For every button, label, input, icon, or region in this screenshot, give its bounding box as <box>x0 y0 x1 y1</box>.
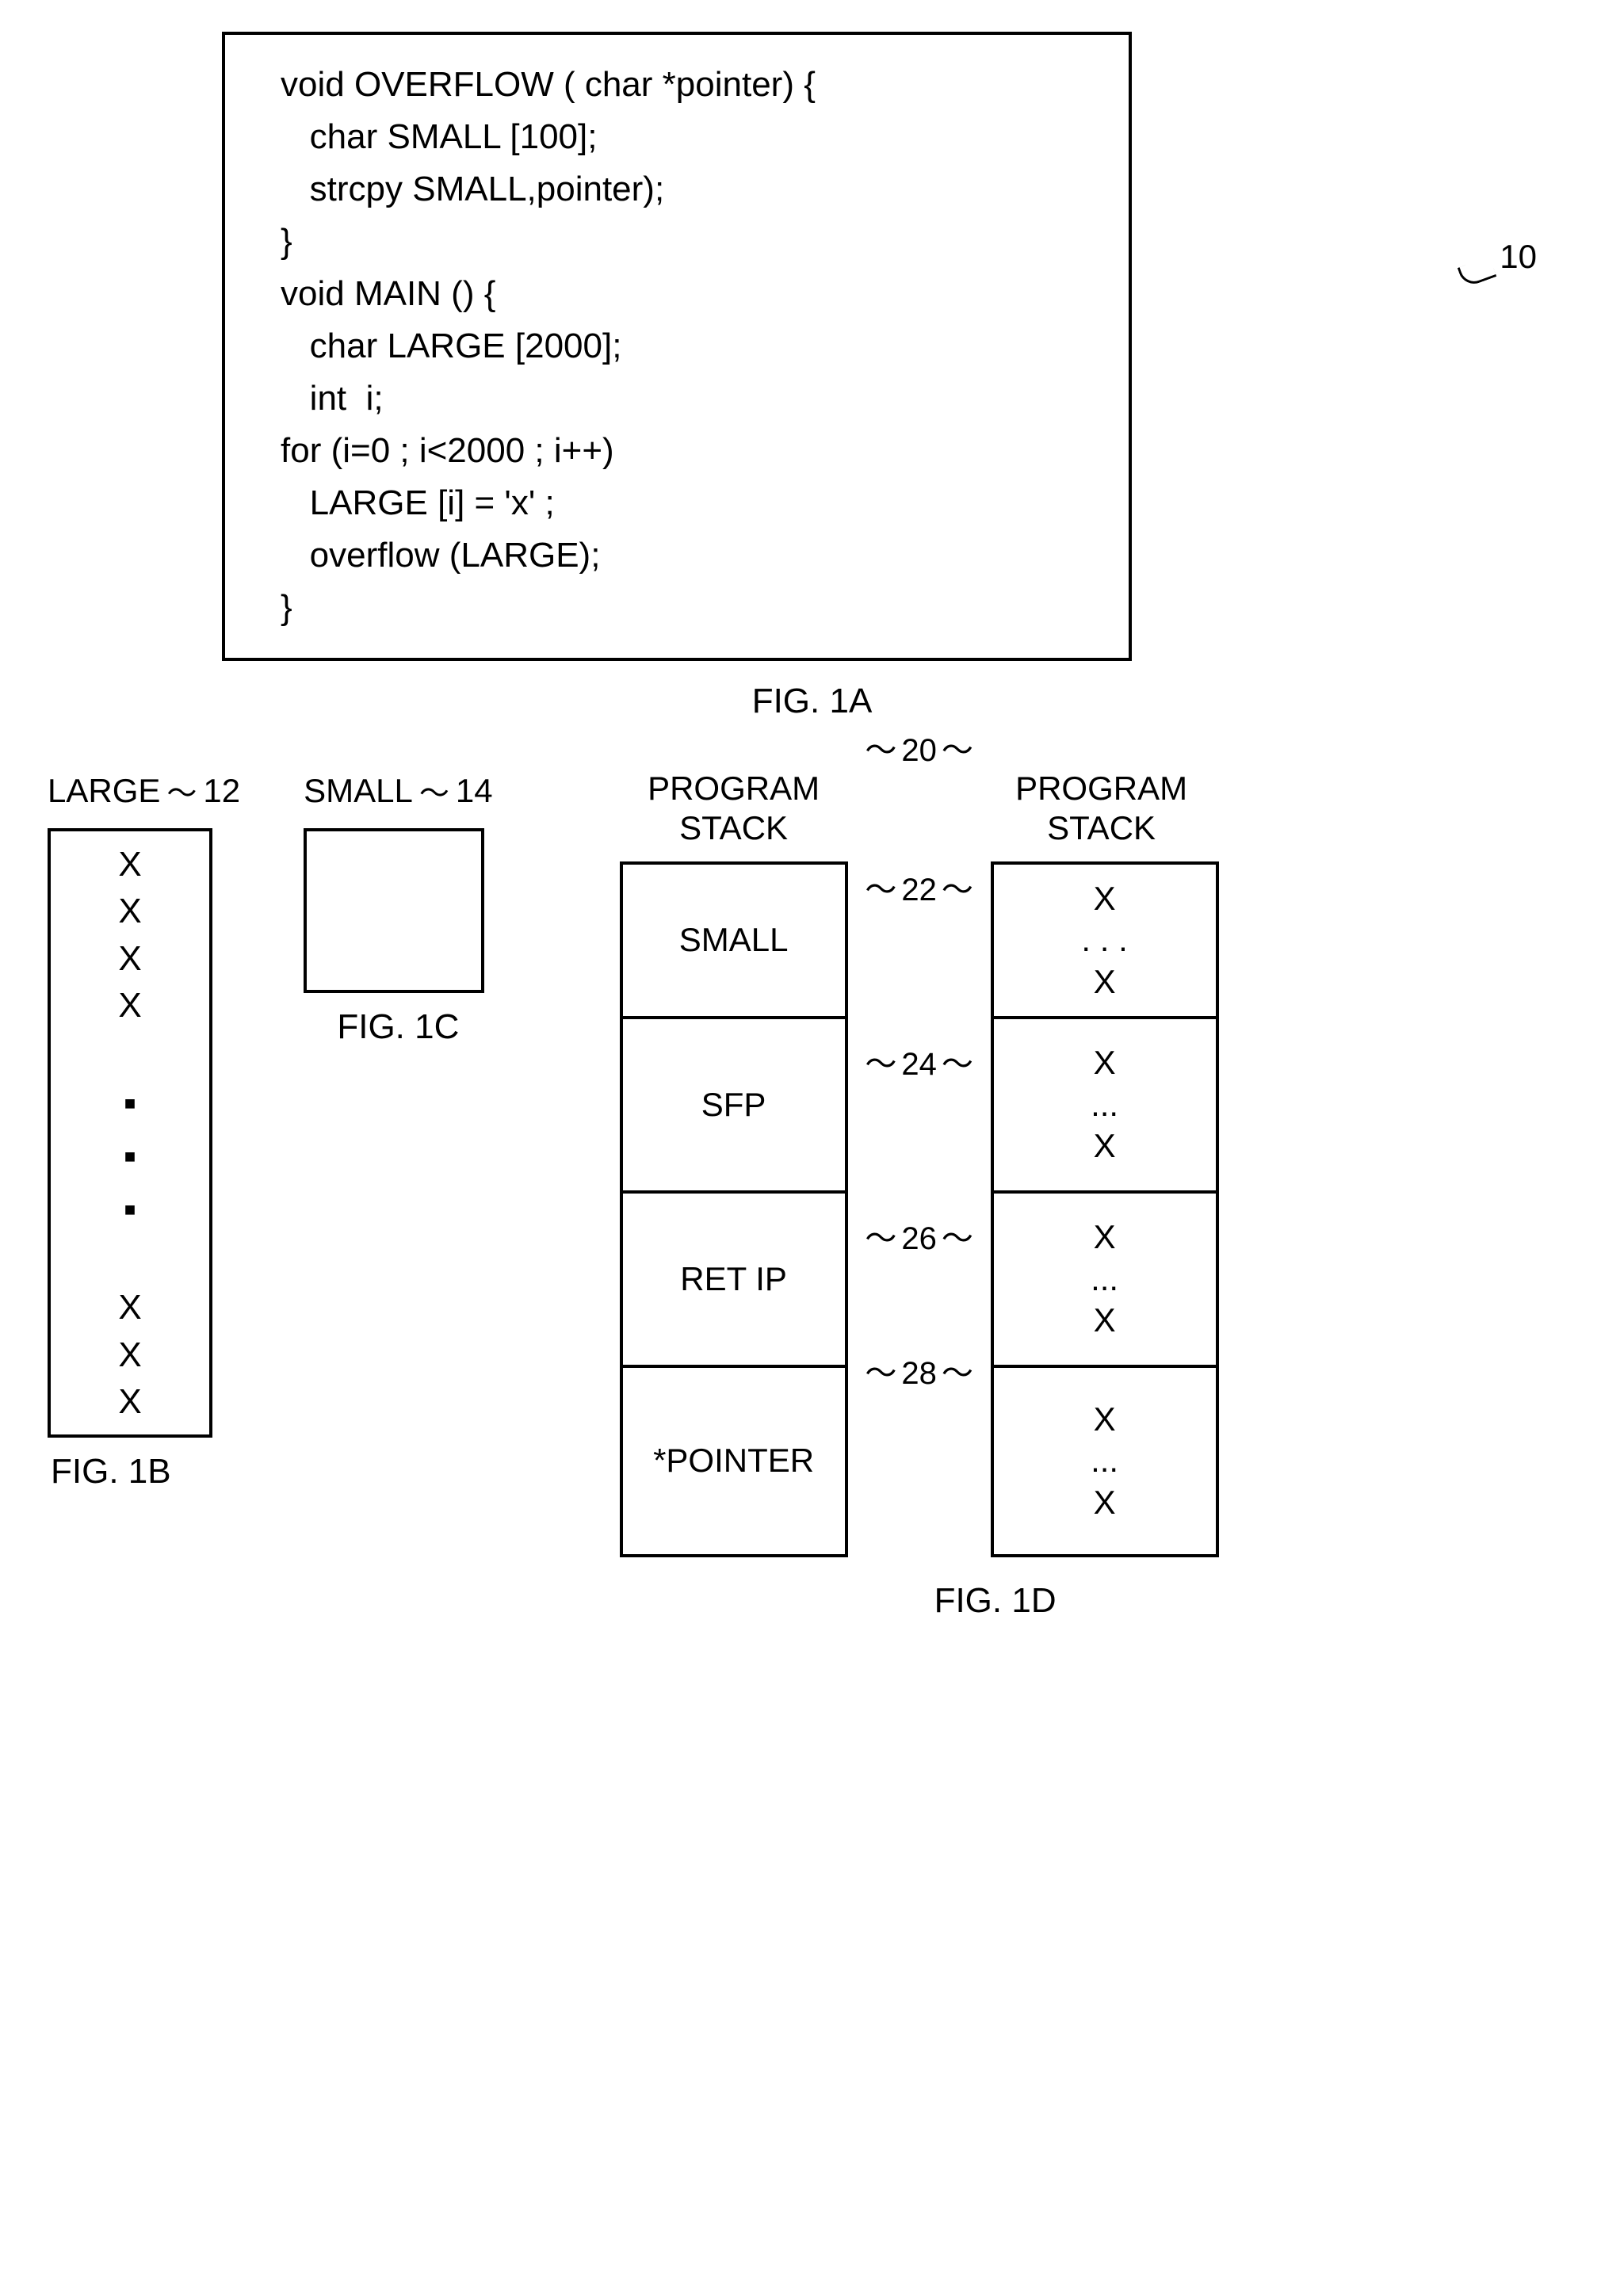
fig-1c: SMALL ～ 14 FIG. 1C <box>304 769 492 1047</box>
code-line: void OVERFLOW ( char *pointer) { <box>281 59 1089 111</box>
ellipsis-dot: ■ <box>51 1183 209 1236</box>
fig-1b-header: LARGE ～ 12 <box>48 769 240 812</box>
code-line: void MAIN () { <box>281 268 1089 320</box>
fig-1b-caption: FIG. 1B <box>51 1452 240 1492</box>
ref-20: ～20〜 <box>848 724 991 770</box>
code-line: char SMALL [100]; <box>281 111 1089 163</box>
ref-12: 12 <box>203 772 240 810</box>
tilde-icon: 〜 <box>942 733 973 768</box>
stack-cell-pointer: *POINTER <box>623 1368 845 1554</box>
fig-1d: PROGRAM STACK SMALL SFP RET IP *POINTER … <box>572 769 1213 1621</box>
title-line: STACK <box>1047 809 1156 846</box>
ref-num: 24 <box>901 1047 937 1082</box>
code-line: } <box>281 216 1089 268</box>
left-stack-title: PROGRAM STACK <box>620 769 848 849</box>
dots-line: ... <box>1091 1440 1118 1482</box>
tilde-icon: 〜 <box>942 1047 973 1082</box>
stack-cell-retip: RET IP <box>623 1194 845 1368</box>
code-line: for (i=0 ; i<2000 ; i++) <box>281 425 1089 477</box>
tilde-icon: ～ <box>865 873 896 907</box>
tilde-icon: ～ <box>865 1356 896 1391</box>
large-label: LARGE <box>48 772 160 810</box>
cell-x: X <box>51 935 209 982</box>
cell-x: X <box>51 841 209 888</box>
left-stack-col: PROGRAM STACK SMALL SFP RET IP *POINTER <box>620 769 848 1557</box>
stack-cell-x: X . . . X <box>994 865 1216 1019</box>
tilde-icon: ～ <box>419 769 449 812</box>
ref-14: 14 <box>456 772 493 810</box>
fig-1c-caption: FIG. 1C <box>304 1007 492 1047</box>
fig-1a-caption: FIG. 1A <box>48 682 1576 721</box>
x-line: X <box>1094 1399 1116 1441</box>
code-line: int i; <box>281 372 1089 425</box>
dots-line: . . . <box>1081 919 1127 961</box>
stack-cell-x: X ... X <box>994 1019 1216 1194</box>
bottom-figures: LARGE ～ 12 X X X X ■ ■ ■ X X X FIG. 1B S… <box>48 769 1576 1621</box>
right-stack: X . . . X X ... X X ... X <box>991 861 1219 1557</box>
fig-1b: LARGE ～ 12 X X X X ■ ■ ■ X X X FIG. 1B <box>48 769 240 1492</box>
fig-1d-caption: FIG. 1D <box>778 1581 1213 1621</box>
code-line: strcpy SMALL,pointer); <box>281 163 1089 216</box>
ref-num: 20 <box>901 733 937 768</box>
spacer <box>51 1236 209 1284</box>
tilde-icon: 〜 <box>942 1356 973 1391</box>
x-line: X <box>1094 1042 1116 1084</box>
tilde-icon: ～ <box>166 769 197 812</box>
stack-cell-sfp: SFP <box>623 1019 845 1194</box>
ellipsis-dot: ■ <box>51 1130 209 1183</box>
ref-num: 22 <box>901 873 937 907</box>
code-line: char LARGE [2000]; <box>281 320 1089 372</box>
code-line: LARGE [i] = 'x' ; <box>281 477 1089 529</box>
stack-cell-x: X ... X <box>994 1194 1216 1368</box>
x-line: X <box>1094 1482 1116 1524</box>
title-line: PROGRAM <box>648 770 820 807</box>
x-line: X <box>1094 878 1116 920</box>
tilde-icon: 〜 <box>942 873 973 907</box>
ref-num: 28 <box>901 1356 937 1391</box>
ref-10: 10 <box>1500 238 1537 276</box>
x-line: X <box>1094 1300 1116 1342</box>
ref-22: ～22〜 <box>848 864 991 910</box>
x-line: X <box>1094 1125 1116 1167</box>
cell-x: X <box>51 1378 209 1425</box>
tilde-icon: ～ <box>865 733 896 768</box>
small-label: SMALL <box>304 772 413 810</box>
cell-x: X <box>51 888 209 934</box>
dots-line: ... <box>1091 1259 1118 1301</box>
cell-x: X <box>51 1284 209 1331</box>
fig-1c-header: SMALL ～ 14 <box>304 769 492 812</box>
x-line: X <box>1094 1217 1116 1259</box>
ref-26: ～26〜 <box>848 1213 991 1259</box>
left-stack: SMALL SFP RET IP *POINTER <box>620 861 848 1557</box>
tilde-icon: ～ <box>865 1047 896 1082</box>
spacer <box>51 1029 209 1077</box>
code-line: } <box>281 582 1089 634</box>
cell-x: X <box>51 1331 209 1378</box>
fig-1a: void OVERFLOW ( char *pointer) { char SM… <box>222 32 1465 661</box>
ref-24: ～24〜 <box>848 1038 991 1084</box>
code-box: void OVERFLOW ( char *pointer) { char SM… <box>222 32 1132 661</box>
ref-num: 26 <box>901 1221 937 1256</box>
cell-x: X <box>51 982 209 1029</box>
title-line: STACK <box>679 809 788 846</box>
large-array-box: X X X X ■ ■ ■ X X X <box>48 828 212 1438</box>
ellipsis-dot: ■ <box>51 1077 209 1130</box>
small-array-box <box>304 828 484 993</box>
stack-cell-small: SMALL <box>623 865 845 1019</box>
stack-cell-x: X ... X <box>994 1368 1216 1554</box>
ref-28: ～28〜 <box>848 1347 991 1393</box>
tilde-icon: 〜 <box>942 1221 973 1256</box>
tilde-icon: ～ <box>865 1221 896 1256</box>
right-stack-col: PROGRAM STACK X . . . X X ... X X <box>991 769 1213 1557</box>
x-line: X <box>1094 961 1116 1003</box>
title-line: PROGRAM <box>1015 770 1187 807</box>
right-stack-title: PROGRAM STACK <box>991 769 1213 849</box>
code-line: overflow (LARGE); <box>281 529 1089 582</box>
dots-line: ... <box>1091 1084 1118 1126</box>
